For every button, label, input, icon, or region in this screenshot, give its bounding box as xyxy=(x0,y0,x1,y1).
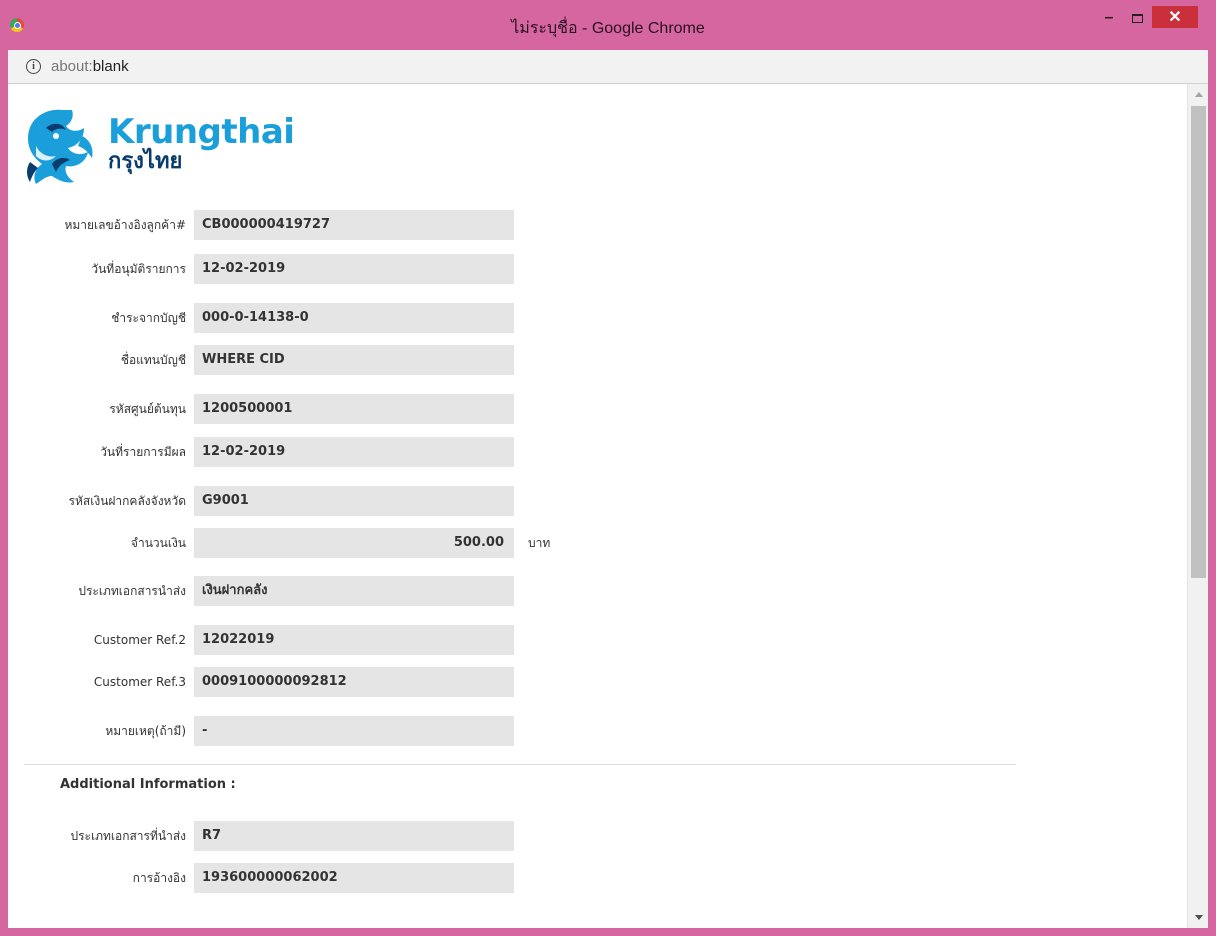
logo-name-en: Krungthai xyxy=(108,112,295,152)
address-bar[interactable]: i about:blank xyxy=(8,50,1208,84)
field-label: วันที่อนุมัติรายการ xyxy=(91,262,186,276)
field-value: WHERE CID xyxy=(194,345,514,375)
currency-unit: บาท xyxy=(528,536,551,550)
field-label: หมายเหตุ(ถ้ามี) xyxy=(105,724,186,738)
scroll-thumb[interactable] xyxy=(1191,106,1206,578)
field-value: 12022019 xyxy=(194,625,514,655)
field-label: การอ้างอิง xyxy=(132,871,186,885)
field-value: เงินฝากคลัง xyxy=(194,576,514,606)
field-value: CB000000419727 xyxy=(194,210,514,240)
section-divider xyxy=(24,764,1016,765)
vertical-scrollbar[interactable] xyxy=(1187,84,1208,928)
krungthai-logo: Krungthai กรุงไทย xyxy=(22,106,295,188)
url-path: blank xyxy=(92,58,129,75)
window-title: ไม่ระบุชื่อ - Google Chrome xyxy=(511,20,705,37)
field-label: รหัสเงินฝากคลังจังหวัด xyxy=(68,494,186,508)
field-label: หมายเลขอ้างอิงลูกค้า# xyxy=(64,218,186,232)
krungthai-garuda-icon xyxy=(27,109,93,184)
field-value: 12-02-2019 xyxy=(194,437,514,467)
field-label: ชำระจากบัญชี xyxy=(111,311,186,325)
logo-text: Krungthai กรุงไทย xyxy=(108,112,295,174)
field-label: Customer Ref.2 xyxy=(93,633,186,647)
field-label: รหัสศูนย์ต้นทุน xyxy=(109,402,186,416)
info-icon[interactable]: i xyxy=(26,59,41,74)
additional-info-title: Additional Information : xyxy=(60,777,236,792)
field-value: R7 xyxy=(194,821,514,851)
field-label: Customer Ref.3 xyxy=(93,675,186,689)
field-value: 500.00 xyxy=(194,528,514,558)
field-label: วันที่รายการมีผล xyxy=(100,445,186,459)
url-scheme: about: xyxy=(51,58,93,75)
maximize-icon xyxy=(1131,13,1143,23)
field-label: จำนวนเงิน xyxy=(130,536,186,550)
window-titlebar: ไม่ระบุชื่อ - Google Chrome – ✕ xyxy=(0,0,1216,50)
scroll-up-arrow-icon[interactable] xyxy=(1195,92,1203,97)
field-label: ประเภทเอกสารที่นำส่ง xyxy=(70,829,186,843)
close-button[interactable]: ✕ xyxy=(1152,6,1198,28)
field-value: 1200500001 xyxy=(194,394,514,424)
field-value: 000-0-14138-0 xyxy=(194,303,514,333)
field-label: ประเภทเอกสารนำส่ง xyxy=(78,584,186,598)
maximize-button[interactable] xyxy=(1124,6,1150,30)
logo-name-th: กรุงไทย xyxy=(108,149,183,174)
field-value: - xyxy=(194,716,514,746)
field-label: ชื่อแทนบัญชี xyxy=(120,353,186,367)
field-value: 193600000062002 xyxy=(194,863,514,893)
field-value: 0009100000092812 xyxy=(194,667,514,697)
field-value: 12-02-2019 xyxy=(194,254,514,284)
scroll-down-arrow-icon[interactable] xyxy=(1195,915,1203,920)
page-viewport: Krungthai กรุงไทย หมายเลขอ้างอิงลูกค้า# … xyxy=(8,84,1208,928)
url-text[interactable]: about:blank xyxy=(51,58,129,75)
field-value: G9001 xyxy=(194,486,514,516)
minimize-button[interactable]: – xyxy=(1096,6,1122,30)
